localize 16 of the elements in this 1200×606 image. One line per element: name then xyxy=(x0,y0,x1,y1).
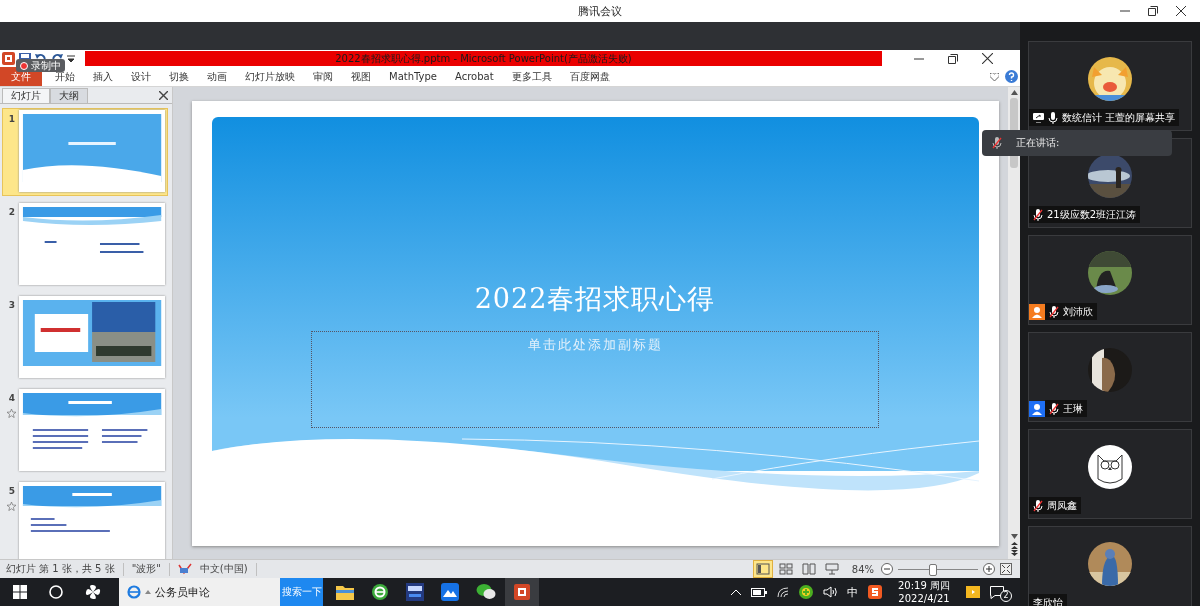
slide-position: 幻灯片 第 1 张，共 5 张 xyxy=(6,562,115,576)
search-text: 公务员申论 xyxy=(155,584,210,600)
slide-number: 4 xyxy=(8,393,16,403)
participant-name: 王琳 xyxy=(1063,401,1083,416)
participant-name: 周凤鑫 xyxy=(1047,498,1077,513)
participant-name: 21级应数2班汪江涛 xyxy=(1047,207,1137,222)
participant-name: 刘沛欣 xyxy=(1063,304,1093,319)
recording-toast: 录制中 xyxy=(16,59,65,72)
slide-number: 5 xyxy=(8,486,16,496)
document-title: 2022春招求职心得.pptm - Microsoft PowerPoint(产品激活失败) xyxy=(335,51,632,66)
slide-number: 3 xyxy=(8,300,16,310)
slide-number: 2 xyxy=(8,207,16,217)
slide-number: 1 xyxy=(8,114,16,124)
participant-name: 数统信计 王萱的屏幕共享 xyxy=(1062,110,1176,125)
theme-name: "波形" xyxy=(131,562,161,576)
window-title: 腾讯会议 xyxy=(578,3,622,19)
